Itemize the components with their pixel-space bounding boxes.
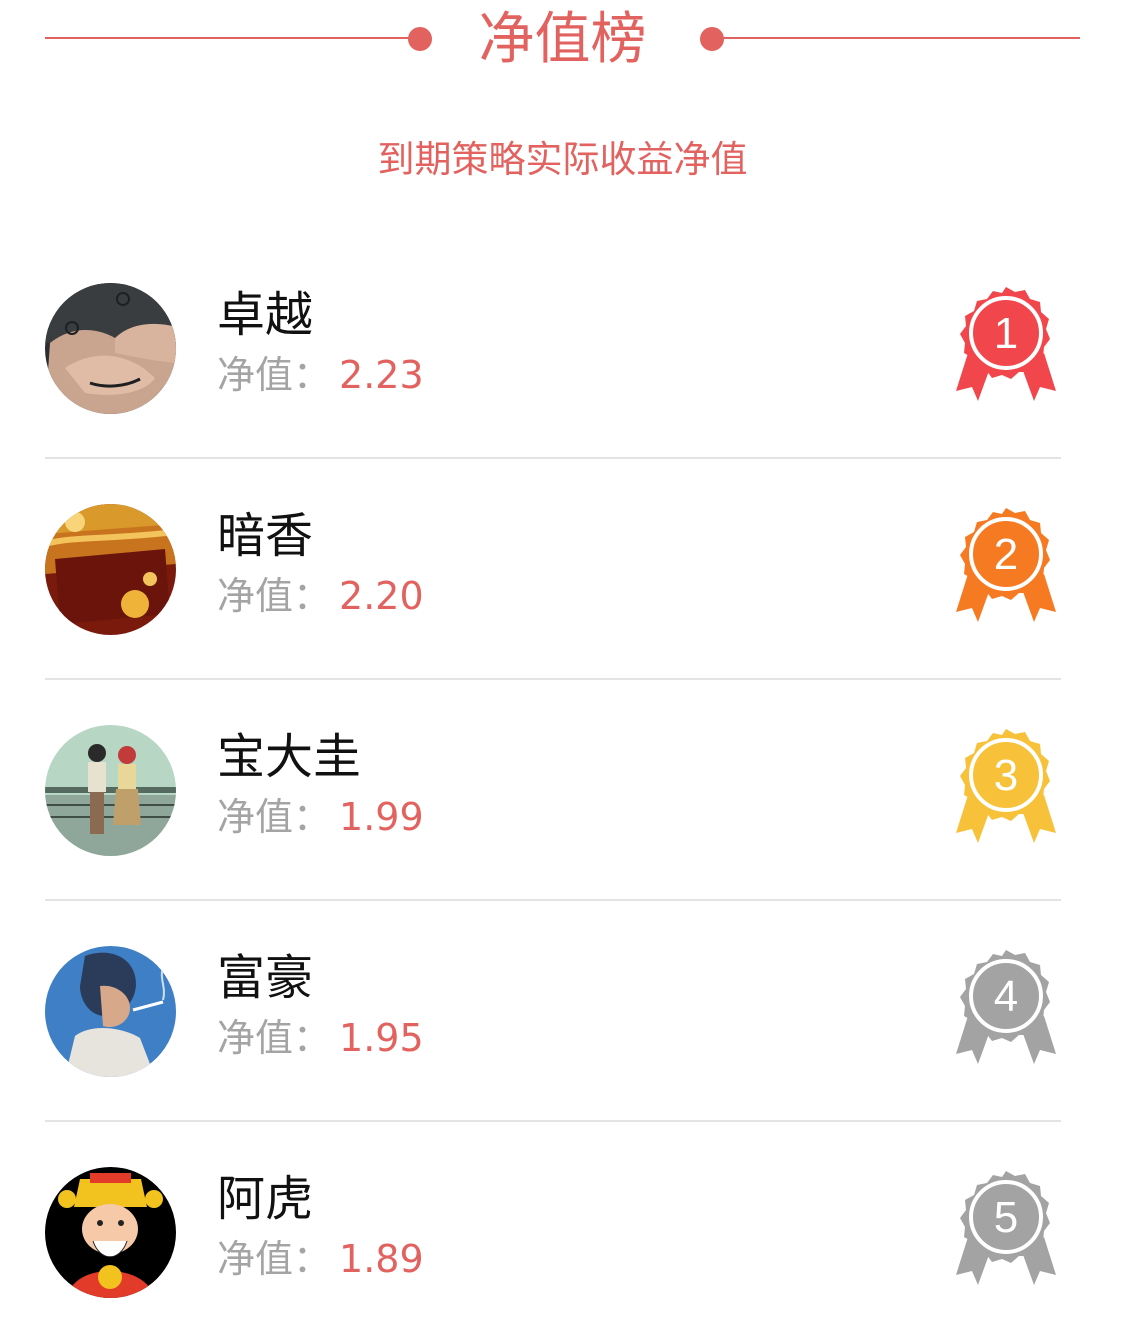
net-value: 1.99	[339, 795, 424, 839]
user-name: 卓越	[217, 287, 314, 343]
jewelry-box-photo-icon	[45, 504, 176, 635]
rank-badge: 1	[950, 283, 1062, 405]
header-right-dot	[700, 27, 724, 51]
avatar[interactable]	[45, 725, 176, 856]
user-name: 富豪	[217, 950, 314, 1006]
net-value: 2.23	[339, 353, 424, 397]
net-value-line: 净值： 1.99	[217, 791, 424, 843]
avatar[interactable]	[45, 283, 176, 414]
anime-couple-picture-icon	[45, 725, 176, 856]
user-name: 暗香	[217, 508, 314, 564]
rank-number: 2	[994, 530, 1018, 579]
rank-badge: 4	[950, 946, 1062, 1068]
medal-icon: 5	[956, 1171, 1056, 1285]
medal-icon: 4	[956, 950, 1056, 1064]
god-of-wealth-cartoon-icon	[45, 1167, 176, 1298]
net-value-label: 净值：	[217, 1016, 332, 1060]
medal-icon: 1	[956, 287, 1056, 401]
ranking-row[interactable]: 卓越 净值： 2.23 1	[0, 237, 1125, 459]
net-value-line: 净值： 1.95	[217, 1012, 424, 1064]
net-value: 2.20	[339, 574, 424, 618]
ranking-row[interactable]: 富豪 净值： 1.95 4	[0, 900, 1125, 1122]
ranking-row[interactable]: 阿虎 净值： 1.89 5	[0, 1121, 1125, 1342]
avatar[interactable]	[45, 946, 176, 1077]
avatar[interactable]	[45, 1167, 176, 1298]
page-subtitle: 到期策略实际收益净值	[377, 138, 748, 181]
net-value-label: 净值：	[217, 795, 332, 839]
net-value-line: 净值： 2.23	[217, 349, 424, 401]
net-value-label: 净值：	[217, 353, 332, 397]
net-value-label: 净值：	[217, 1237, 332, 1281]
header-right-line	[713, 37, 1080, 39]
net-value-line: 净值： 1.89	[217, 1233, 424, 1285]
ranking-row[interactable]: 暗香 净值： 2.20 2	[0, 458, 1125, 680]
rank-badge: 2	[950, 504, 1062, 626]
net-value-label: 净值：	[217, 574, 332, 618]
avatar[interactable]	[45, 504, 176, 635]
net-value: 1.89	[339, 1237, 424, 1281]
rank-number: 3	[994, 751, 1018, 800]
rank-number: 4	[994, 972, 1018, 1021]
header-left-line	[45, 37, 420, 39]
rank-number: 1	[994, 309, 1018, 358]
rank-badge: 3	[950, 725, 1062, 847]
net-value-line: 净值： 2.20	[217, 570, 424, 622]
header: 净值榜	[0, 0, 1125, 90]
header-left-dot	[408, 27, 432, 51]
medal-icon: 3	[956, 729, 1056, 843]
holding-hands-photo-icon	[45, 283, 176, 414]
user-name: 阿虎	[217, 1171, 314, 1227]
page-title: 净值榜	[478, 7, 647, 72]
ranking-list: 卓越 净值： 2.23 1 暗香 净值： 2.20 2 宝大圭 净值： 1.99…	[0, 237, 1125, 1342]
ranking-row[interactable]: 宝大圭 净值： 1.99 3	[0, 679, 1125, 901]
rank-number: 5	[994, 1193, 1018, 1242]
net-value: 1.95	[339, 1016, 424, 1060]
medal-icon: 2	[956, 508, 1056, 622]
rank-badge: 5	[950, 1167, 1062, 1289]
smoking-man-illustration-icon	[45, 946, 176, 1077]
user-name: 宝大圭	[217, 729, 362, 785]
